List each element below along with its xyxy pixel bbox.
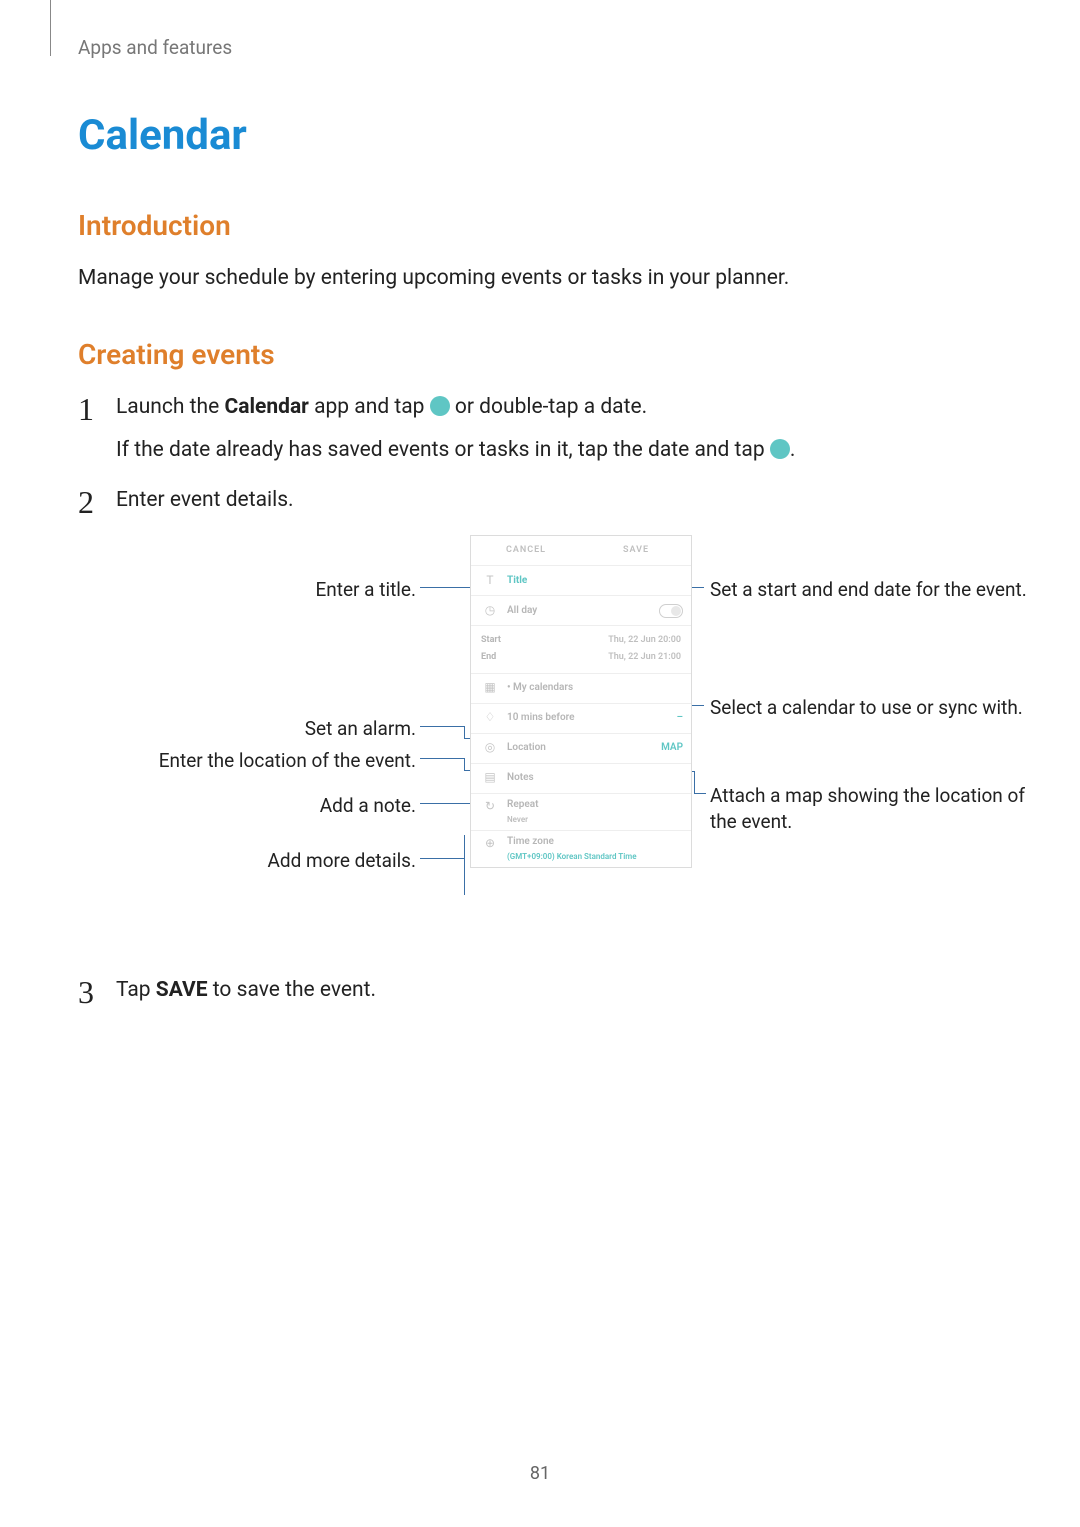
step-1-sub-a: If the date already has saved events or …: [116, 438, 770, 462]
step-3-save-label: SAVE: [156, 978, 208, 1002]
phone-end-value: Thu, 22 Jun 21:00: [521, 651, 681, 664]
step-3-text-a: Tap: [116, 978, 156, 1002]
page-number: 81: [0, 1461, 1080, 1487]
step-1-text-d: or double-tap a date.: [450, 395, 647, 419]
phone-dates-block[interactable]: StartThu, 22 Jun 20:00 EndThu, 22 Jun 21…: [471, 626, 691, 673]
section-heading-creating-events: Creating events: [78, 335, 1002, 376]
step-1-app-name: Calendar: [224, 395, 308, 419]
phone-timezone-label[interactable]: Time zone: [507, 835, 683, 850]
leader-line: [464, 726, 465, 738]
step-1: Launch the Calendar app and tap or doubl…: [78, 392, 1002, 465]
globe-icon: ⊕: [481, 835, 499, 852]
clock-icon: ◷: [481, 602, 499, 619]
section-heading-introduction: Introduction: [78, 206, 1002, 247]
callout-enter-location: Enter the location of the event.: [116, 748, 416, 774]
bell-icon: ♢: [481, 709, 499, 726]
callout-add-note: Add a note.: [116, 793, 416, 819]
phone-location-field[interactable]: Location: [507, 741, 661, 756]
calendar-icon: ▦: [481, 679, 499, 696]
leader-line: [694, 793, 706, 794]
step-2: Enter event details. Enter a title. Set …: [78, 485, 1002, 955]
phone-alarm-field[interactable]: 10 mins before: [507, 711, 677, 726]
breadcrumb: Apps and features: [78, 34, 1002, 62]
plus-icon: [770, 439, 790, 459]
page-title: Calendar: [78, 106, 1002, 167]
phone-map-button[interactable]: MAP: [661, 741, 683, 756]
phone-end-label: End: [481, 651, 521, 664]
step-2-text: Enter event details.: [116, 488, 294, 512]
leader-line: [420, 858, 464, 859]
step-1-sub-b: .: [790, 438, 796, 462]
callout-select-calendar: Select a calendar to use or sync with.: [710, 695, 1040, 721]
leader-line: [420, 726, 464, 727]
phone-timezone-value: (GMT+09:00) Korean Standard Time: [507, 851, 683, 863]
phone-start-value: Thu, 22 Jun 20:00: [521, 634, 681, 647]
text-icon: T: [481, 572, 499, 589]
phone-allday-toggle[interactable]: [659, 604, 683, 618]
plus-icon: [430, 396, 450, 416]
callout-add-details: Add more details.: [116, 848, 416, 874]
phone-alarm-remove[interactable]: –: [677, 711, 683, 726]
callout-attach-map: Attach a map showing the location of the…: [710, 783, 1040, 834]
phone-my-calendars[interactable]: • My calendars: [507, 681, 683, 696]
phone-event-editor: CANCEL SAVE T Title ◷ All day StartThu, …: [470, 535, 692, 867]
phone-title-field[interactable]: Title: [507, 574, 683, 589]
leader-line: [694, 771, 695, 793]
phone-notes-field[interactable]: Notes: [507, 771, 683, 786]
intro-text: Manage your schedule by entering upcomin…: [78, 263, 1002, 293]
phone-repeat-label[interactable]: Repeat: [507, 798, 683, 813]
leader-line: [464, 758, 465, 770]
step-3-text-c: to save the event.: [208, 978, 377, 1002]
leader-line: [420, 758, 464, 759]
phone-allday-label: All day: [507, 604, 659, 619]
event-editor-diagram: Enter a title. Set an alarm. Enter the l…: [116, 535, 1002, 955]
callout-set-dates: Set a start and end date for the event.: [710, 577, 1040, 603]
step-3: Tap SAVE to save the event.: [78, 975, 1002, 1005]
leader-line: [464, 835, 465, 895]
repeat-icon: ↻: [481, 798, 499, 815]
phone-save-button[interactable]: SAVE: [581, 536, 691, 565]
callout-set-alarm: Set an alarm.: [116, 716, 416, 742]
note-icon: ▤: [481, 769, 499, 786]
page-corner-rule: [50, 0, 51, 56]
phone-cancel-button[interactable]: CANCEL: [471, 536, 581, 565]
pin-icon: ◎: [481, 739, 499, 756]
callout-enter-title: Enter a title.: [116, 577, 416, 603]
phone-repeat-value: Never: [507, 814, 683, 826]
phone-start-label: Start: [481, 634, 521, 647]
step-1-text-a: Launch the: [116, 395, 224, 419]
step-1-text-c: app and tap: [309, 395, 430, 419]
